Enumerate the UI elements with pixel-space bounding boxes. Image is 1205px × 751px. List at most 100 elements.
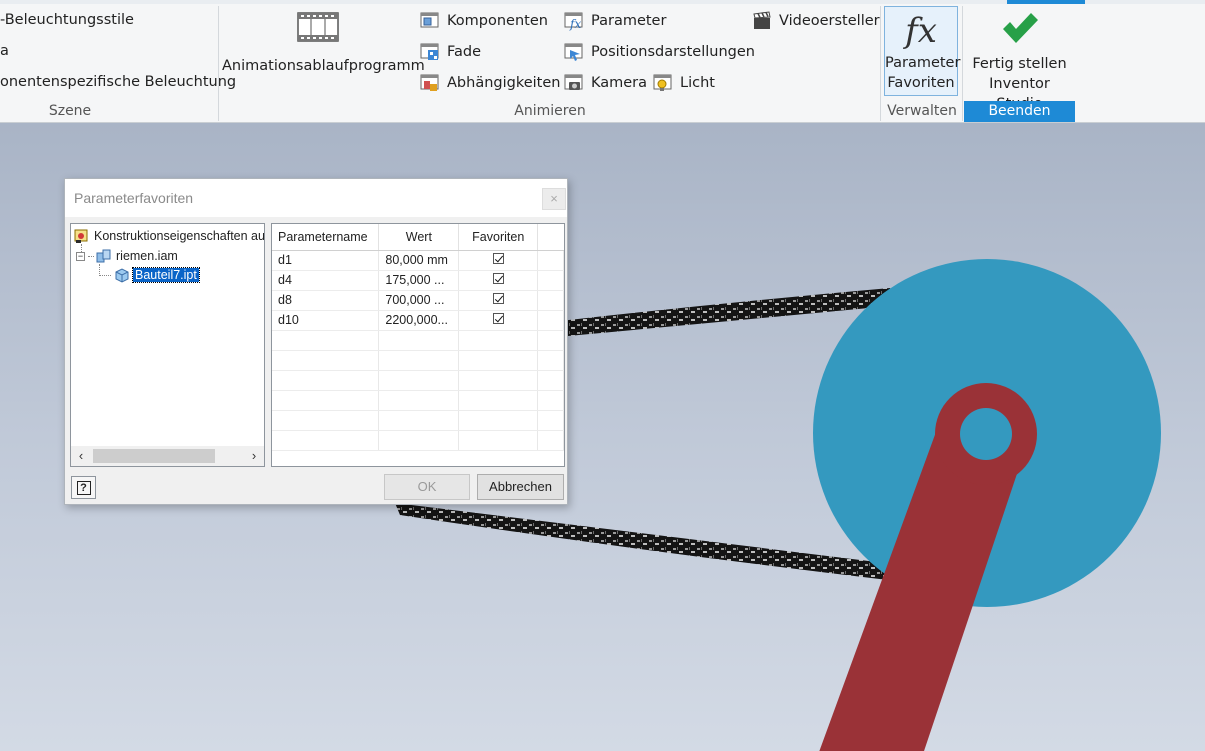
favorite-cell bbox=[458, 250, 539, 271]
help-button[interactable]: ? bbox=[71, 476, 96, 499]
collapse-toggle[interactable]: − bbox=[76, 251, 85, 261]
favorite-cell bbox=[458, 290, 539, 311]
param-value[interactable]: 700,000 ... bbox=[378, 290, 460, 311]
panel-separator bbox=[218, 6, 219, 121]
fertig-stellen-button[interactable]: Fertig stellen Inventor Studio bbox=[964, 10, 1075, 114]
tree-item-root[interactable]: Konstruktionseigenschaften au bbox=[74, 227, 265, 245]
properties-icon bbox=[74, 229, 88, 243]
licht-button[interactable]: Licht bbox=[653, 72, 715, 94]
ribbon-item-komponentenspezifische-beleuchtung[interactable]: onentenspezifische Beleuchtung bbox=[0, 72, 236, 92]
tree-line bbox=[99, 264, 111, 276]
parameter-favoriten-label-1: Parameter bbox=[885, 55, 961, 71]
model-tree[interactable]: Konstruktionseigenschaften au − riemen.i… bbox=[70, 223, 265, 467]
table-row[interactable]: d10 2200,000... bbox=[272, 310, 564, 331]
empty-row bbox=[272, 350, 564, 371]
close-button[interactable]: × bbox=[542, 188, 566, 210]
ribbon-tab-strip bbox=[0, 0, 1205, 4]
column-header-filler bbox=[537, 224, 564, 251]
param-name: d10 bbox=[272, 310, 380, 331]
komponenten-button[interactable]: Komponenten bbox=[420, 10, 548, 32]
filler-cell bbox=[537, 270, 564, 291]
ribbon-item-a[interactable]: a bbox=[0, 41, 9, 61]
licht-label: Licht bbox=[680, 75, 715, 91]
ribbon-item-beleuchtungsstile[interactable]: -Beleuchtungsstile bbox=[0, 10, 134, 30]
scroll-left-icon[interactable]: ‹ bbox=[71, 446, 91, 466]
animationsablaufprogramm-label: Animationsablaufprogramm bbox=[222, 58, 425, 74]
abhaengigkeiten-button[interactable]: Abhängigkeiten bbox=[420, 72, 560, 94]
komponenten-label: Komponenten bbox=[447, 13, 548, 29]
panel-separator bbox=[962, 6, 963, 121]
favorite-cell bbox=[458, 270, 539, 291]
tree-item-assembly-label: riemen.iam bbox=[116, 249, 178, 263]
empty-row bbox=[272, 430, 564, 451]
positionsdarstellungen-button[interactable]: Positionsdarstellungen bbox=[564, 41, 755, 63]
parameter-favoriten-label-2: Favoriten bbox=[887, 75, 955, 91]
belt-bottom bbox=[395, 503, 888, 580]
param-value[interactable]: 2200,000... bbox=[378, 310, 460, 331]
param-name: d4 bbox=[272, 270, 380, 291]
dialog-title: Parameterfavoriten bbox=[65, 179, 567, 217]
fertig-stellen-label-1: Fertig stellen bbox=[972, 56, 1067, 72]
group-label-verwalten: Verwalten bbox=[887, 103, 957, 119]
kamera-button[interactable]: Kamera bbox=[564, 72, 647, 94]
param-value[interactable]: 80,000 mm bbox=[378, 250, 460, 271]
components-icon bbox=[420, 12, 439, 28]
light-icon bbox=[653, 74, 672, 91]
parameter-label: Parameter bbox=[591, 13, 667, 29]
fx-icon: fx bbox=[905, 11, 937, 51]
favorite-checkbox[interactable] bbox=[492, 253, 504, 264]
part-icon bbox=[115, 268, 129, 283]
group-label-szene: Szene bbox=[48, 103, 92, 119]
column-header-value[interactable]: Wert bbox=[378, 224, 460, 251]
favorite-checkbox[interactable] bbox=[492, 313, 504, 324]
tree-item-assembly[interactable]: − riemen.iam bbox=[76, 247, 178, 265]
videoersteller-button[interactable]: Videoersteller bbox=[752, 10, 880, 32]
positional-representations-icon bbox=[564, 43, 583, 61]
assembly-icon bbox=[96, 249, 111, 263]
empty-row bbox=[272, 410, 564, 431]
videoersteller-label: Videoersteller bbox=[779, 13, 880, 29]
parameterfavoriten-dialog: Parameterfavoriten × Konstruktionseigens… bbox=[64, 178, 568, 505]
empty-row bbox=[272, 370, 564, 391]
crank-hole bbox=[960, 408, 1012, 460]
panel-separator bbox=[880, 6, 881, 121]
table-row[interactable]: d8 700,000 ... bbox=[272, 290, 564, 311]
favorite-checkbox[interactable] bbox=[492, 273, 504, 284]
svg-text:fx: fx bbox=[569, 17, 581, 31]
parameter-grid[interactable]: Parametername Wert Favoriten d1 80,000 m… bbox=[271, 223, 565, 467]
tree-item-part-label: Bauteil7.ipt bbox=[132, 267, 200, 283]
param-value[interactable]: 175,000 ... bbox=[378, 270, 460, 291]
fade-icon bbox=[420, 43, 439, 60]
parameter-icon: fx bbox=[564, 12, 583, 31]
cancel-button[interactable]: Abbrechen bbox=[477, 474, 564, 500]
scroll-right-icon[interactable]: › bbox=[244, 446, 264, 466]
tree-horizontal-scrollbar[interactable]: ‹ › bbox=[71, 446, 264, 466]
parameter-button[interactable]: fx Parameter bbox=[564, 10, 666, 32]
ok-button[interactable]: OK bbox=[384, 474, 470, 500]
group-label-beenden: Beenden bbox=[964, 101, 1075, 122]
animationsablaufprogramm-button[interactable]: Animationsablaufprogramm bbox=[222, 12, 425, 76]
parameter-table: Parametername Wert Favoriten d1 80,000 m… bbox=[272, 224, 564, 451]
fade-label: Fade bbox=[447, 44, 482, 60]
favorite-cell bbox=[458, 310, 539, 331]
table-row[interactable]: d4 175,000 ... bbox=[272, 270, 564, 291]
param-name: d8 bbox=[272, 290, 380, 311]
clapperboard-icon bbox=[753, 11, 771, 29]
table-row[interactable]: d1 80,000 mm bbox=[272, 250, 564, 271]
constraints-icon bbox=[420, 74, 439, 91]
fade-button[interactable]: Fade bbox=[420, 41, 481, 63]
tree-connector bbox=[88, 255, 94, 257]
camera-icon bbox=[564, 74, 583, 90]
tree-item-part[interactable]: Bauteil7.ipt bbox=[114, 266, 200, 284]
film-icon bbox=[297, 12, 339, 42]
empty-row bbox=[272, 390, 564, 411]
favorite-checkbox[interactable] bbox=[492, 293, 504, 304]
parameter-favoriten-button[interactable]: fx Parameter Favoriten bbox=[884, 6, 961, 96]
filler-cell bbox=[537, 290, 564, 311]
column-header-name[interactable]: Parametername bbox=[272, 224, 380, 251]
column-header-favorites[interactable]: Favoriten bbox=[458, 224, 539, 251]
filler-cell bbox=[537, 310, 564, 331]
empty-row bbox=[272, 330, 564, 351]
tree-item-root-label: Konstruktionseigenschaften au bbox=[94, 229, 265, 243]
scroll-thumb[interactable] bbox=[93, 449, 215, 463]
